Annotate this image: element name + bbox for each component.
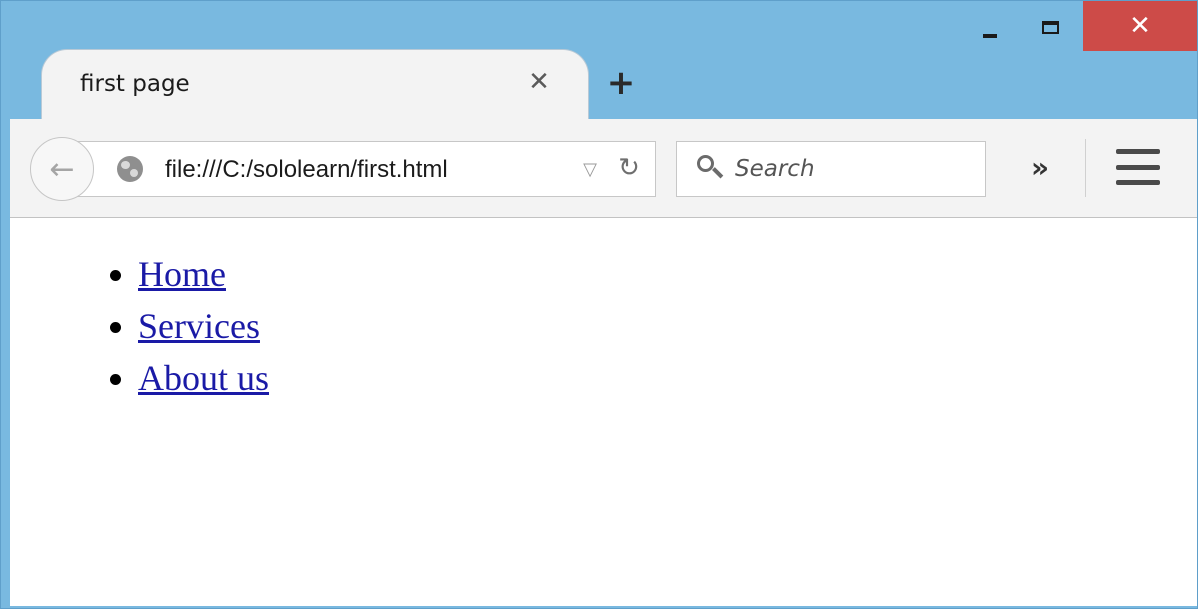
page-content: Home Services About us [10,218,1197,606]
maximize-icon [1041,20,1059,34]
list-item: Services [138,300,269,352]
globe-icon [117,156,143,182]
new-tab-button[interactable]: + [601,63,641,103]
tab-close-icon[interactable]: ✕ [524,67,554,97]
search-input[interactable] [735,152,965,186]
nav-list: Home Services About us [10,248,269,404]
address-bar[interactable]: file:///C:/sololearn/first.html ▽ ↻ [68,141,656,197]
list-item: About us [138,352,269,404]
back-arrow-icon: ← [49,151,75,187]
link-services[interactable]: Services [138,306,260,346]
link-about-us[interactable]: About us [138,358,269,398]
dropdown-icon[interactable]: ▽ [579,156,601,182]
list-item: Home [138,248,269,300]
minimize-icon [983,34,997,38]
browser-window: ✕ first page ✕ + file:///C:/sololearn/fi… [0,0,1198,609]
search-box[interactable] [676,141,986,197]
tab-first-page[interactable]: first page ✕ [41,49,589,121]
toolbar-divider [1085,139,1086,197]
minimize-button[interactable] [961,3,1019,51]
overflow-chevron-icon[interactable]: » [1020,147,1060,187]
url-text[interactable]: file:///C:/sololearn/first.html [165,156,448,184]
tab-title: first page [80,71,190,97]
maximize-button[interactable] [1021,3,1079,51]
reload-icon[interactable]: ↻ [615,153,643,183]
close-icon: ✕ [1129,11,1151,41]
hamburger-menu-icon[interactable] [1116,149,1160,185]
close-window-button[interactable]: ✕ [1083,1,1197,51]
search-icon [697,155,724,185]
title-bar: ✕ first page ✕ + [1,1,1197,121]
navigation-toolbar: file:///C:/sololearn/first.html ▽ ↻ ← » [10,119,1197,218]
link-home[interactable]: Home [138,254,226,294]
back-button[interactable]: ← [30,137,94,201]
